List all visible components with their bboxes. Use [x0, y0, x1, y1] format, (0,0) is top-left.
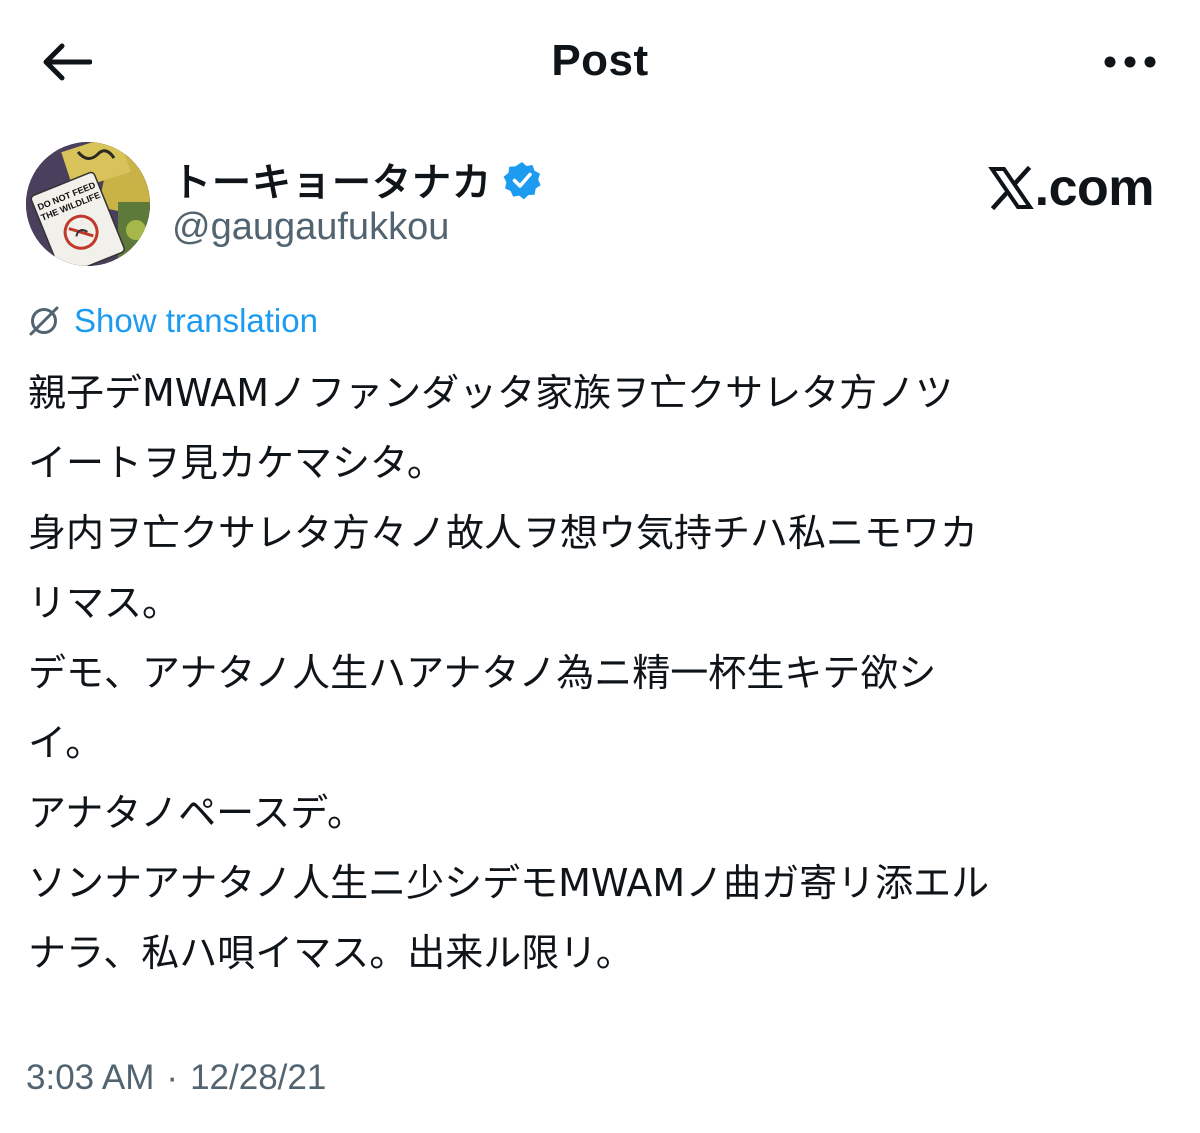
tweet-line: ソンナアナタノ人生ニ少シデモMWAMノ曲ガ寄リ添エル — [28, 861, 990, 905]
post-time: 3:03 AM — [26, 1058, 155, 1097]
page-title: Post — [551, 36, 649, 85]
watermark-domain: .com — [1034, 159, 1155, 217]
post-date: 12/28/21 — [190, 1058, 327, 1097]
author-handle[interactable]: @gaugaufukkou — [172, 206, 449, 249]
avatar[interactable]: DO NOT FEED THE WILDLIFE — [26, 142, 150, 266]
avatar-image: DO NOT FEED THE WILDLIFE — [26, 142, 150, 266]
tweet-line: イ。 — [28, 721, 104, 765]
x-logo-icon — [987, 165, 1034, 211]
tweet-line: リマス。 — [28, 581, 181, 625]
tweet-line: デモ、アナタノ人生ハアナタノ為ニ精一杯生キテ欲シ — [28, 651, 937, 695]
show-translation-label: Show translation — [74, 302, 318, 339]
translate-icon — [29, 306, 59, 336]
more-options-button[interactable] — [1098, 38, 1162, 86]
show-translation-link[interactable]: Show translation — [26, 302, 318, 340]
tweet-line: 身内ヲ亡クサレタ方々ノ故人ヲ想ウ気持チハ私ニモワカ — [28, 511, 979, 555]
author-name-row: トーキョータナカ — [172, 152, 542, 208]
meta-separator: · — [166, 1058, 179, 1097]
x-com-watermark: .com — [987, 158, 1155, 218]
author-display-name[interactable]: トーキョータナカ — [172, 152, 492, 208]
tweet-line: イートヲ見カケマシタ。 — [28, 441, 445, 485]
verified-badge-icon — [503, 162, 541, 200]
post-header: Post — [0, 0, 1200, 124]
post-page: Post DO NOT FEED THE WILDLIFE トーキョータナカ @… — [0, 0, 1200, 1133]
tweet-line: アナタノペースデ。 — [28, 791, 366, 835]
tweet-text: 親子デMWAMノファンダッタ家族ヲ亡クサレタ方ノツ イートヲ見カケマシタ。 身内… — [28, 358, 1168, 988]
more-horizontal-icon — [1104, 56, 1156, 68]
tweet-line: ナラ、私ハ唄イマス。出来ル限リ。 — [28, 931, 634, 975]
tweet-line: 親子デMWAMノファンダッタ家族ヲ亡クサレタ方ノツ — [28, 371, 954, 415]
post-timestamp[interactable]: 3:03 AM · 12/28/21 — [26, 1058, 326, 1098]
